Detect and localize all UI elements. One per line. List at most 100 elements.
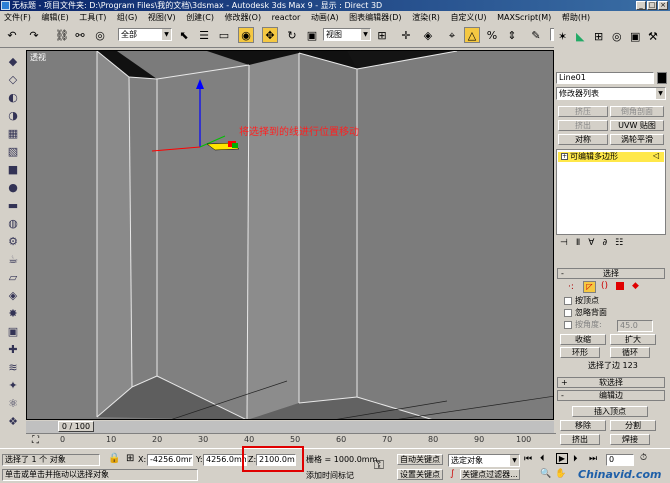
menu-modifiers[interactable]: 修改器(O) xyxy=(221,13,266,22)
current-frame-field[interactable]: 0 xyxy=(606,454,634,466)
loop-button[interactable]: 循环 xyxy=(610,347,650,358)
set-key-button[interactable]: 设置关键点 xyxy=(397,469,443,480)
scale-icon[interactable]: ▣ xyxy=(304,27,320,43)
redo-icon[interactable]: ↷ xyxy=(26,27,42,43)
light-bulb-icon[interactable]: ◁ xyxy=(653,151,659,160)
ring-button[interactable]: 环形 xyxy=(560,347,600,358)
gear-icon[interactable]: ⚙ xyxy=(4,234,22,250)
bind-icon[interactable]: ◎ xyxy=(92,27,108,43)
menu-reactor[interactable]: reactor xyxy=(268,13,305,22)
spinner-snap-icon[interactable]: ⇕ xyxy=(504,27,520,43)
extrude-modifier-button[interactable]: 挤压 xyxy=(558,106,608,117)
border-mode-icon[interactable]: () xyxy=(601,281,608,291)
utilities-icon[interactable]: ▧ xyxy=(4,144,22,160)
selection-filter-dropdown[interactable]: 全部 ▼ xyxy=(118,28,172,41)
create-tab-icon[interactable]: ✶ xyxy=(558,30,567,43)
by-vertex-checkbox[interactable] xyxy=(564,297,572,305)
edge-mode-icon[interactable]: ◸ xyxy=(583,281,596,293)
utilities-tab-icon[interactable]: ⚒ xyxy=(648,30,658,43)
maximize-button[interactable]: □ xyxy=(647,1,657,10)
menu-graph-editors[interactable]: 图表编辑器(D) xyxy=(345,13,405,22)
object-name-field[interactable]: Line01 xyxy=(556,72,654,84)
x-coordinate-field[interactable]: -4256.0mm xyxy=(147,454,193,466)
symmetry-button[interactable]: 对称 xyxy=(558,134,608,145)
menu-help[interactable]: 帮助(H) xyxy=(558,13,594,22)
time-slider[interactable]: 0 / 100 xyxy=(58,421,94,432)
key-filter-icon[interactable]: ∫ xyxy=(450,469,455,479)
helper-icon[interactable]: ✚ xyxy=(4,342,22,358)
sphere-icon[interactable]: ● xyxy=(4,180,22,196)
modify-icon[interactable]: ◇ xyxy=(4,72,22,88)
display-tab-icon[interactable]: ▣ xyxy=(630,30,640,43)
configure-icon[interactable]: ☷ xyxy=(615,238,631,248)
reactor-icon[interactable]: ⚛ xyxy=(4,396,22,412)
insert-vertex-button[interactable]: 插入顶点 xyxy=(572,406,648,417)
display-icon[interactable]: ▦ xyxy=(4,126,22,142)
key-filters-button[interactable]: 关键点过滤器... xyxy=(460,469,520,480)
hierarchy-tab-icon[interactable]: ⊞ xyxy=(594,30,603,43)
auto-key-button[interactable]: 自动关键点 xyxy=(397,454,443,465)
soft-selection-rollout-header[interactable]: + 软选择 xyxy=(557,377,665,388)
unlink-icon[interactable]: ⚯ xyxy=(72,27,88,43)
add-time-tag-button[interactable]: 添加时间标记 xyxy=(306,470,354,482)
absolute-mode-icon[interactable]: ⊞ xyxy=(126,453,134,464)
z-coordinate-field[interactable]: 2100.0mm xyxy=(256,454,296,466)
menu-group[interactable]: 组(G) xyxy=(113,13,141,22)
key-mode-dropdown[interactable]: 选定对象 ▼ xyxy=(448,454,520,467)
undo-icon[interactable]: ↶ xyxy=(4,27,20,43)
track-bar[interactable]: 0 10 20 30 40 50 60 70 80 90 100 xyxy=(26,433,556,447)
play-icon[interactable]: ▶ xyxy=(556,453,568,464)
bevel-profile-button[interactable]: 倒角剖面 xyxy=(610,106,664,117)
select-name-icon[interactable]: ☰ xyxy=(196,27,212,43)
prev-frame-icon[interactable]: ⏴ xyxy=(540,454,545,464)
shrink-button[interactable]: 收缩 xyxy=(560,334,606,345)
pin-stack-icon[interactable]: ⊣ xyxy=(560,238,576,248)
motion-tab-icon[interactable]: ◎ xyxy=(612,30,622,43)
remove-modifier-icon[interactable]: ∂ xyxy=(602,238,615,248)
polygon-mode-icon[interactable] xyxy=(616,282,624,290)
menu-tools[interactable]: 工具(T) xyxy=(75,13,110,22)
move-icon[interactable]: ✥ xyxy=(262,27,278,43)
modifier-list-dropdown[interactable]: 修改器列表 ▼ xyxy=(556,87,666,100)
cylinder-icon[interactable]: ▬ xyxy=(4,198,22,214)
modify-tab-icon[interactable]: ◣ xyxy=(576,30,584,43)
window-crossing-icon[interactable]: ◉ xyxy=(238,27,254,43)
grow-button[interactable]: 扩大 xyxy=(610,334,656,345)
select-icon[interactable]: ⬉ xyxy=(176,27,192,43)
tube-icon[interactable]: ◍ xyxy=(4,216,22,232)
extrude-edge-button[interactable]: 挤出 xyxy=(560,434,600,445)
viewport-label[interactable]: 透视 xyxy=(30,52,46,63)
menu-file[interactable]: 文件(F) xyxy=(0,13,35,22)
mirror-icon[interactable]: ✛ xyxy=(398,27,414,43)
weld-button[interactable]: 焊接 xyxy=(610,434,650,445)
expand-icon[interactable]: + xyxy=(561,153,568,160)
menu-views[interactable]: 视图(V) xyxy=(144,13,180,22)
minimize-button[interactable]: _ xyxy=(636,1,646,10)
vertex-mode-icon[interactable]: ·: xyxy=(568,282,574,292)
next-frame-icon[interactable]: ⏵ xyxy=(573,454,578,464)
shape-icon[interactable]: ◈ xyxy=(4,288,22,304)
spacewarp-icon[interactable]: ≋ xyxy=(4,360,22,376)
coord-system-dropdown[interactable]: 视图 ▼ xyxy=(323,28,371,41)
angle-value-field[interactable]: 45.0 xyxy=(617,320,653,332)
pivot-icon[interactable]: ⊞ xyxy=(374,27,390,43)
plane-icon[interactable]: ▱ xyxy=(4,270,22,286)
time-slider-track[interactable] xyxy=(26,421,554,433)
stack-item-editable-poly[interactable]: 可编辑多边形 xyxy=(558,152,664,162)
selection-rollout-header[interactable]: - 选择 xyxy=(557,268,665,279)
menu-rendering[interactable]: 渲染(R) xyxy=(408,13,444,22)
close-button[interactable]: × xyxy=(658,1,668,10)
element-mode-icon[interactable]: ◆ xyxy=(632,281,639,291)
align-icon[interactable]: ◈ xyxy=(420,27,436,43)
hierarchy-icon[interactable]: ◐ xyxy=(4,90,22,106)
angle-snap-icon[interactable]: △ xyxy=(464,27,480,43)
systems-icon[interactable]: ✦ xyxy=(4,378,22,394)
percent-snap-icon[interactable]: % xyxy=(484,27,500,43)
snap-icon[interactable]: ⌖ xyxy=(444,27,460,43)
track-view-icon[interactable]: ⛶ xyxy=(32,435,39,446)
uvw-map-button[interactable]: UVW 贴图 xyxy=(610,120,664,131)
goto-start-icon[interactable]: ⏮ xyxy=(524,454,532,464)
edit-edges-rollout-header[interactable]: - 编辑边 xyxy=(557,390,665,401)
show-end-result-icon[interactable]: Ⅱ xyxy=(576,238,588,248)
edit-named-icon[interactable]: ✎ xyxy=(528,27,544,43)
